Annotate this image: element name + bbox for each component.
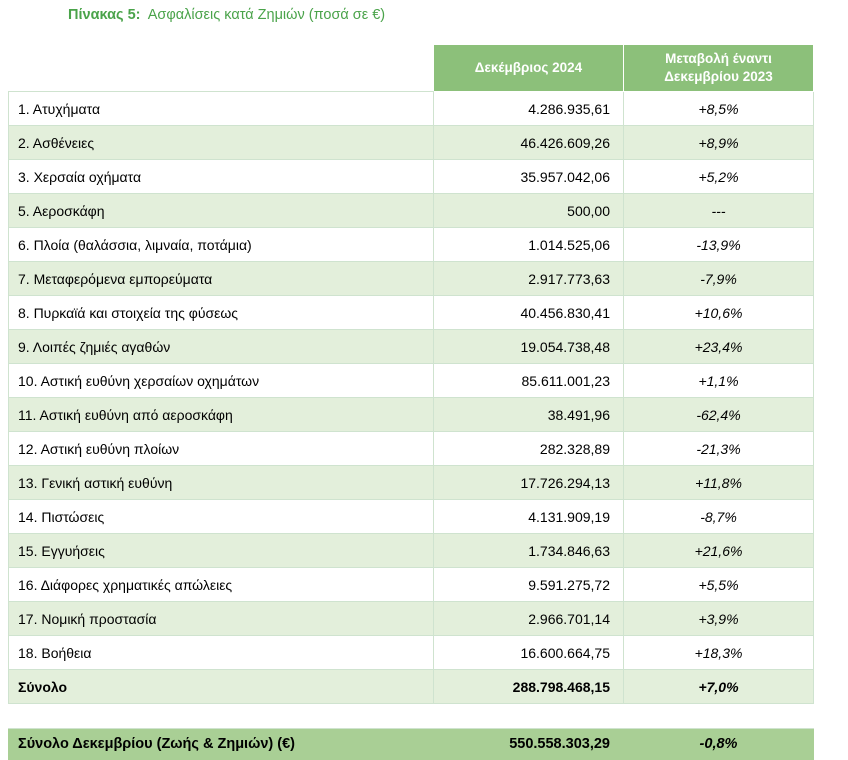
row-change: -8,7% <box>623 499 814 534</box>
row-label: 14. Πιστώσεις <box>8 499 434 534</box>
row-change: +5,5% <box>623 567 814 602</box>
grand-total-label: Σύνολο Δεκεμβρίου (Ζωής & Ζημιών) (€) <box>8 728 434 760</box>
row-label: 7. Μεταφερόμενα εμπορεύματα <box>8 261 434 296</box>
table-row: 17. Νομική προστασία 2.966.701,14 +3,9% <box>8 601 814 636</box>
table-row: 10. Αστική ευθύνη χερσαίων οχημάτων 85.61… <box>8 363 814 398</box>
grand-total-value: 550.558.303,29 <box>433 728 624 760</box>
row-label: 16. Διάφορες χρηματικές απώλειες <box>8 567 434 602</box>
row-label: 13. Γενική αστική ευθύνη <box>8 465 434 500</box>
total-label: Σύνολο <box>8 669 434 704</box>
row-value: 4.286.935,61 <box>433 91 624 126</box>
row-label: 10. Αστική ευθύνη χερσαίων οχημάτων <box>8 363 434 398</box>
row-value: 500,00 <box>433 193 624 228</box>
table-row: 9. Λοιπές ζημιές αγαθών 19.054.738,48 +23,… <box>8 329 814 364</box>
table-row: 13. Γενική αστική ευθύνη 17.726.294,13 +11… <box>8 465 814 500</box>
row-change: +21,6% <box>623 533 814 568</box>
row-value: 17.726.294,13 <box>433 465 624 500</box>
row-value: 46.426.609,26 <box>433 125 624 160</box>
row-label: 1. Ατυχήματα <box>8 91 434 126</box>
table-row: 12. Αστική ευθύνη πλοίων 282.328,89 -21,3% <box>8 431 814 466</box>
table-row: 14. Πιστώσεις 4.131.909,19 -8,7% <box>8 499 814 534</box>
row-value: 2.917.773,63 <box>433 261 624 296</box>
total-row: Σύνολο 288.798.468,15 +7,0% <box>8 669 814 704</box>
header-row: Δεκέμβριος 2024 Μεταβολή έναντι Δεκεμβρί… <box>8 44 814 92</box>
row-change: -7,9% <box>623 261 814 296</box>
table-row: 5. Αεροσκάφη 500,00 --- <box>8 193 814 228</box>
row-change: +8,9% <box>623 125 814 160</box>
row-value: 1.734.846,63 <box>433 533 624 568</box>
row-change: +5,2% <box>623 159 814 194</box>
table-row: 15. Εγγυήσεις 1.734.846,63 +21,6% <box>8 533 814 568</box>
row-label: 2. Ασθένειες <box>8 125 434 160</box>
row-change: +3,9% <box>623 601 814 636</box>
table-row: 6. Πλοία (θαλάσσια, λιμναία, ποτάμια) 1.0… <box>8 227 814 262</box>
row-value: 19.054.738,48 <box>433 329 624 364</box>
total-change: +7,0% <box>623 669 814 704</box>
row-label: 9. Λοιπές ζημιές αγαθών <box>8 329 434 364</box>
header-change: Μεταβολή έναντι Δεκεμβρίου 2023 <box>623 44 814 92</box>
row-label: 18. Βοήθεια <box>8 635 434 670</box>
row-change: -13,9% <box>623 227 814 262</box>
grand-total-change: -0,8% <box>623 728 814 760</box>
row-value: 16.600.664,75 <box>433 635 624 670</box>
row-label: 3. Χερσαία οχήματα <box>8 159 434 194</box>
row-label: 15. Εγγυήσεις <box>8 533 434 568</box>
row-change: --- <box>623 193 814 228</box>
spacer-cell <box>8 703 814 729</box>
grand-total-row: Σύνολο Δεκεμβρίου (Ζωής & Ζημιών) (€) 55… <box>8 728 814 760</box>
header-blank <box>8 44 434 92</box>
row-value: 40.456.830,41 <box>433 295 624 330</box>
row-change: +11,8% <box>623 465 814 500</box>
row-change: +10,6% <box>623 295 814 330</box>
row-value: 1.014.525,06 <box>433 227 624 262</box>
table-number: Πίνακας 5: <box>68 7 141 23</box>
table-row: 7. Μεταφερόμενα εμπορεύματα 2.917.773,63-… <box>8 261 814 296</box>
row-value: 85.611.001,23 <box>433 363 624 398</box>
row-change: +18,3% <box>623 635 814 670</box>
row-change: -62,4% <box>623 397 814 432</box>
row-change: +8,5% <box>623 91 814 126</box>
row-change: -21,3% <box>623 431 814 466</box>
table-row: 3. Χερσαία οχήματα 35.957.042,06 +5,2% <box>8 159 814 194</box>
header-december-2024: Δεκέμβριος 2024 <box>433 44 624 92</box>
insurance-table: Δεκέμβριος 2024 Μεταβολή έναντι Δεκεμβρί… <box>8 44 814 760</box>
spacer-row <box>8 703 814 729</box>
table-row: 8. Πυρκαϊά και στοιχεία της φύσεως 40.456… <box>8 295 814 330</box>
row-value: 35.957.042,06 <box>433 159 624 194</box>
row-label: 8. Πυρκαϊά και στοιχεία της φύσεως <box>8 295 434 330</box>
table-title: Πίνακας 5: Ασφαλίσεις κατά Ζημιών (ποσά … <box>68 7 385 23</box>
row-value: 38.491,96 <box>433 397 624 432</box>
row-change: +23,4% <box>623 329 814 364</box>
table-row: 11. Αστική ευθύνη από αεροσκάφη 38.491,96… <box>8 397 814 432</box>
table-row: 16. Διάφορες χρηματικές απώλειες 9.591.27… <box>8 567 814 602</box>
table-row: 18. Βοήθεια 16.600.664,75 +18,3% <box>8 635 814 670</box>
row-label: 17. Νομική προστασία <box>8 601 434 636</box>
table-caption: Ασφαλίσεις κατά Ζημιών (ποσά σε €) <box>147 7 386 23</box>
row-value: 2.966.701,14 <box>433 601 624 636</box>
row-label: 6. Πλοία (θαλάσσια, λιμναία, ποτάμια) <box>8 227 434 262</box>
row-value: 282.328,89 <box>433 431 624 466</box>
row-value: 4.131.909,19 <box>433 499 624 534</box>
row-label: 5. Αεροσκάφη <box>8 193 434 228</box>
row-change: +1,1% <box>623 363 814 398</box>
table-row: 2. Ασθένειες 46.426.609,26 +8,9% <box>8 125 814 160</box>
row-label: 11. Αστική ευθύνη από αεροσκάφη <box>8 397 434 432</box>
row-label: 12. Αστική ευθύνη πλοίων <box>8 431 434 466</box>
header-change-line2: Δεκεμβρίου 2023 <box>664 69 773 84</box>
table-row: 1. Ατυχήματα 4.286.935,61 +8,5% <box>8 91 814 126</box>
header-change-line1: Μεταβολή έναντι <box>665 51 772 66</box>
total-value: 288.798.468,15 <box>433 669 624 704</box>
row-value: 9.591.275,72 <box>433 567 624 602</box>
